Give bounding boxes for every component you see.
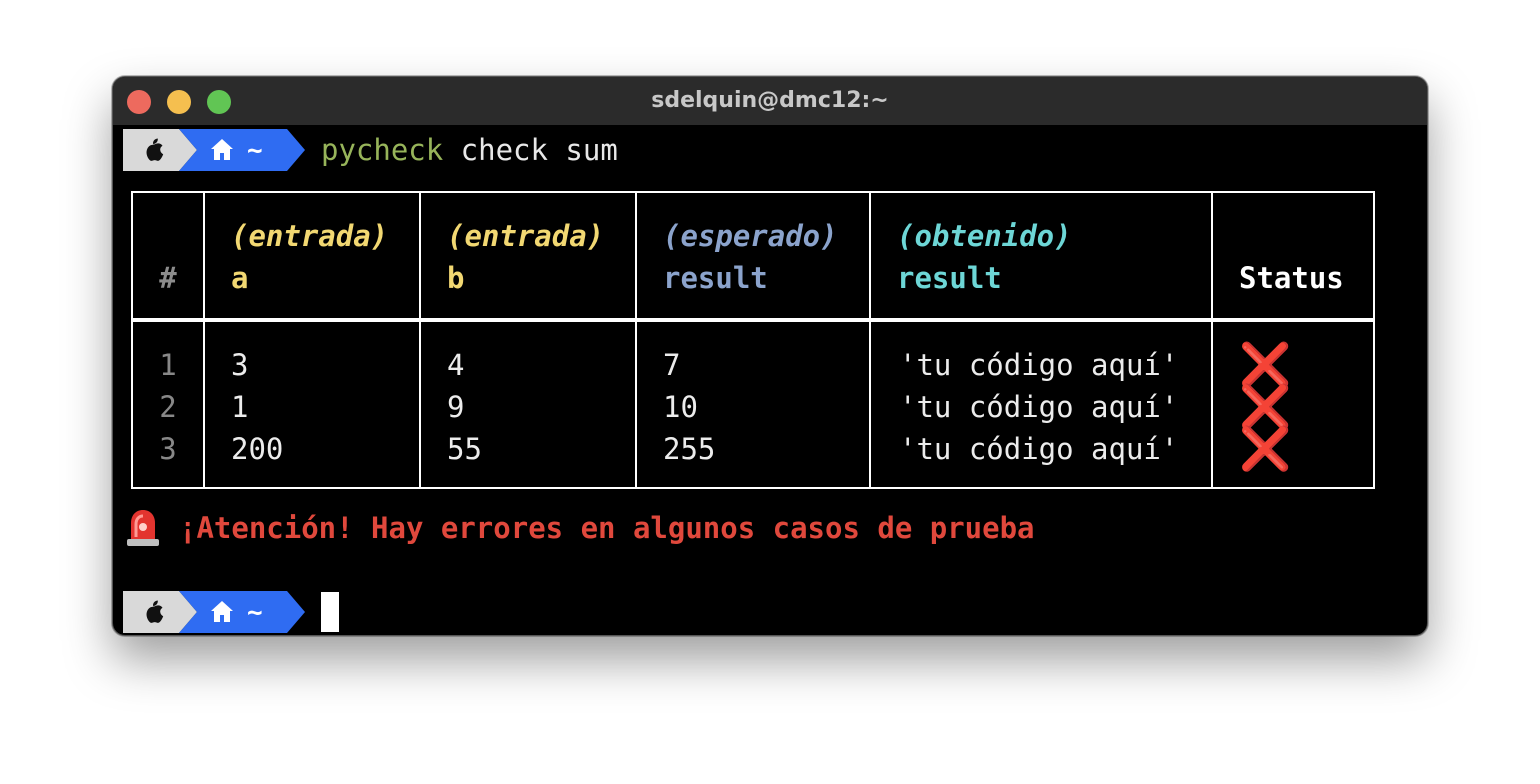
row-num: 3 <box>159 432 177 466</box>
cell-b: 55 <box>447 432 482 466</box>
cell-a: 3 <box>231 348 249 382</box>
row-numbers: 1 2 3 <box>131 319 205 489</box>
cell-a: 200 <box>231 432 284 466</box>
column-status-values: ❌ ❌ ❌ <box>1211 319 1375 489</box>
header-num: # <box>131 191 205 321</box>
header-a-name: a <box>231 261 249 295</box>
fail-x-icon: ❌ <box>1239 382 1292 431</box>
column-expected-values: 7 10 255 <box>635 319 871 489</box>
fail-x-icon: ❌ <box>1239 424 1292 473</box>
column-b-values: 4 9 55 <box>419 319 637 489</box>
cell-obtained: 'tu código aquí' <box>899 390 1179 424</box>
cell-expected: 7 <box>663 348 681 382</box>
command-program: pycheck <box>321 133 444 167</box>
header-expected-name: result <box>663 261 768 295</box>
cell-obtained: 'tu código aquí' <box>899 348 1179 382</box>
warning-text: ¡Atención! Hay errores en algunos casos … <box>179 511 1035 545</box>
table-body-row: 1 2 3 3 1 200 4 9 55 7 10 255 'tu código… <box>131 319 1375 489</box>
shell-prompt: ~ <box>123 129 305 171</box>
column-obtained-values: 'tu código aquí' 'tu código aquí' 'tu có… <box>869 319 1213 489</box>
cell-b: 4 <box>447 348 465 382</box>
row-num: 1 <box>159 348 177 382</box>
command-line: pycheck check sum <box>321 129 618 171</box>
table-header-row: # (entrada) a (entrada) b (esperado) res… <box>131 191 1375 321</box>
title-bar[interactable]: sdelquin@dmc12:~ <box>113 77 1427 125</box>
row-num: 2 <box>159 390 177 424</box>
siren-icon <box>127 510 159 546</box>
header-obtained-name: result <box>897 261 1002 295</box>
column-a-values: 3 1 200 <box>203 319 421 489</box>
header-obtained-tag: (obtenido) <box>897 219 1072 253</box>
header-b-name: b <box>447 261 465 295</box>
header-expected-tag: (esperado) <box>663 219 838 253</box>
header-status: Status <box>1211 191 1375 321</box>
terminal-window: sdelquin@dmc12:~ ~ pycheck check sum # (… <box>112 76 1428 636</box>
window-title: sdelquin@dmc12:~ <box>651 88 889 113</box>
fail-x-icon: ❌ <box>1239 340 1292 389</box>
results-table: # (entrada) a (entrada) b (esperado) res… <box>131 191 1375 489</box>
header-a-tag: (entrada) <box>231 219 389 253</box>
cell-expected: 10 <box>663 390 698 424</box>
header-a: (entrada) a <box>203 191 421 321</box>
cell-obtained: 'tu código aquí' <box>899 432 1179 466</box>
prompt-segments: ~ <box>123 591 305 633</box>
header-b: (entrada) b <box>419 191 637 321</box>
cell-b: 9 <box>447 390 465 424</box>
terminal-cursor[interactable] <box>321 592 339 632</box>
header-b-tag: (entrada) <box>447 219 605 253</box>
home-tilde: ~ <box>247 136 263 166</box>
header-expected: (esperado) result <box>635 191 871 321</box>
cell-a: 1 <box>231 390 249 424</box>
cell-expected: 255 <box>663 432 716 466</box>
home-tilde: ~ <box>247 598 263 628</box>
shell-prompt: ~ <box>123 591 305 633</box>
command-args: check sum <box>443 133 618 167</box>
warning-message: ¡Atención! Hay errores en algunos casos … <box>125 507 1035 549</box>
header-obtained: (obtenido) result <box>869 191 1213 321</box>
prompt-segments: ~ <box>123 129 305 171</box>
